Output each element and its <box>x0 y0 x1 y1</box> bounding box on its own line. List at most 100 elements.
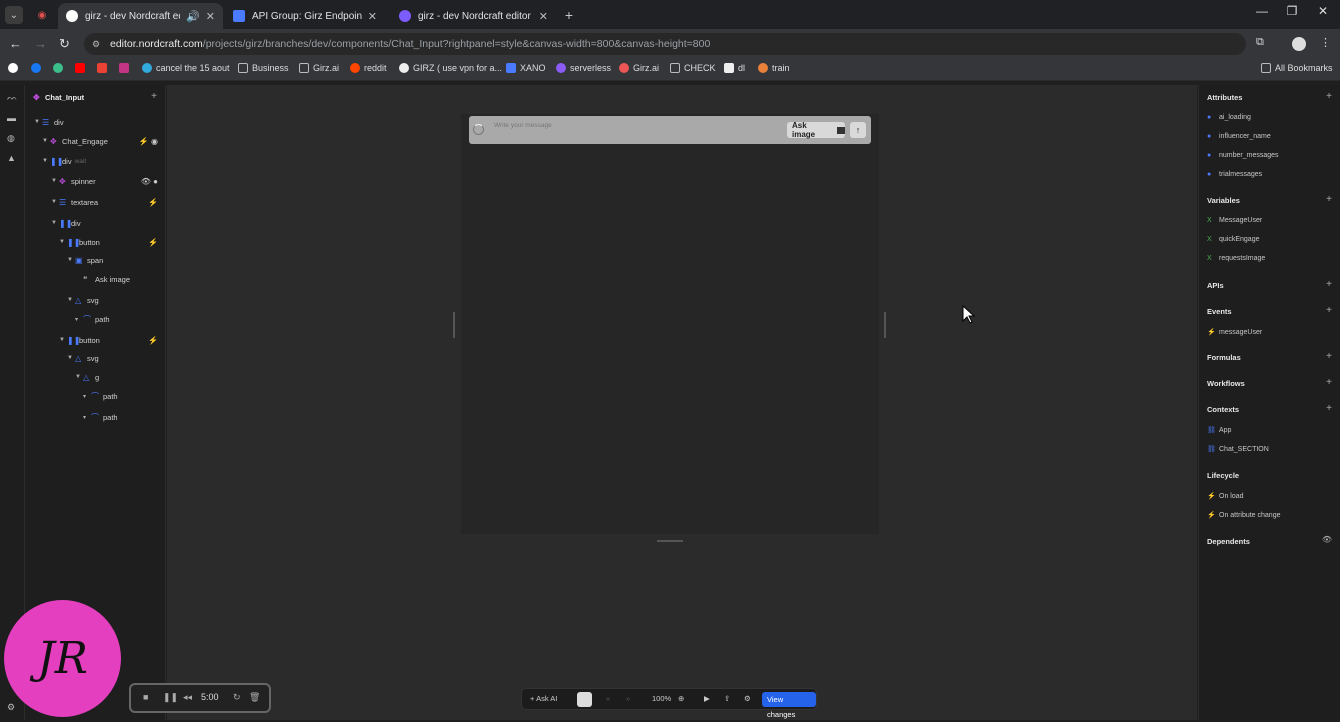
ask-image-button[interactable]: Ask image <box>787 121 845 139</box>
tab-close-icon[interactable]: ✕ <box>539 10 548 23</box>
chevron-down-icon[interactable]: ▾ <box>83 414 91 421</box>
tab-nordcraft-editor[interactable]: girz - dev Nordcraft editor 🔊 ✕ <box>58 3 223 29</box>
bookmark-xano[interactable]: XANO <box>506 63 546 73</box>
attribute-item[interactable]: ● trialmessages <box>1207 171 1262 178</box>
send-button[interactable]: ↑ <box>850 122 866 138</box>
attribute-item[interactable]: ● number_messages <box>1207 152 1279 159</box>
attribute-item[interactable]: ● influencer_name <box>1207 133 1271 140</box>
context-item[interactable]: ⛓ Chat_SECTION <box>1207 445 1269 454</box>
view-changes-button[interactable]: View changes <box>762 692 816 719</box>
bookmark-icon[interactable] <box>53 63 67 73</box>
globe-icon[interactable]: ◍ <box>7 133 15 144</box>
layer-row[interactable]: ▼ ☰ div <box>25 114 166 130</box>
record-icon[interactable]: ◉ <box>33 6 51 24</box>
back-icon[interactable]: ← <box>9 36 22 51</box>
trash-icon[interactable]: 🗑 <box>249 692 260 703</box>
tab-nordcraft-editor-2[interactable]: girz - dev Nordcraft editor - 6 A ✕ <box>391 3 556 29</box>
close-window-button[interactable]: ✕ <box>1308 4 1338 18</box>
bookmark-cancel-aout[interactable]: cancel the 15 aout <box>142 63 230 73</box>
chevron-down-icon[interactable]: ▼ <box>42 138 50 144</box>
resize-handle-bottom[interactable] <box>657 540 683 542</box>
layer-row[interactable]: ▼ △ svg <box>25 292 166 308</box>
bookmark-train[interactable]: train <box>758 63 790 73</box>
reload-icon[interactable]: ↻ <box>59 36 70 52</box>
layer-row[interactable]: ▼ △ g <box>25 369 166 385</box>
undo-icon[interactable]: « <box>606 694 610 703</box>
new-tab-button[interactable]: + <box>560 6 578 24</box>
add-context-button[interactable]: + <box>1326 403 1332 414</box>
settings-icon[interactable]: ⚙ <box>744 694 751 703</box>
minimize-button[interactable]: — <box>1247 4 1277 18</box>
bookmark-icon[interactable] <box>119 63 133 73</box>
pause-icon[interactable]: ❚❚ <box>163 692 178 703</box>
add-event-button[interactable]: + <box>1326 305 1332 316</box>
chevron-down-icon[interactable]: ▼ <box>59 239 67 245</box>
add-variable-button[interactable]: + <box>1326 194 1332 205</box>
layer-row[interactable]: ▼ △ svg <box>25 350 166 366</box>
chevron-down-icon[interactable]: ▼ <box>75 374 83 380</box>
restart-icon[interactable]: ↻ <box>233 692 241 703</box>
menu-icon[interactable]: ⋮ <box>1320 36 1331 49</box>
layer-row[interactable]: ❝ Ask image <box>25 271 166 287</box>
chevron-down-icon[interactable]: ▾ <box>75 316 83 323</box>
address-bar[interactable]: ⚙ editor.nordcraft.com/projects/girz/bra… <box>84 33 1246 55</box>
add-api-button[interactable]: + <box>1326 279 1332 290</box>
add-attribute-button[interactable]: + <box>1326 91 1332 102</box>
chevron-down-icon[interactable]: ▼ <box>34 119 42 125</box>
chevron-down-icon[interactable]: ▼ <box>67 257 75 263</box>
eye-icon[interactable]: 👁 <box>1322 535 1332 544</box>
chevron-down-icon[interactable]: ▼ <box>51 220 59 226</box>
site-info-icon[interactable]: ⚙ <box>92 39 100 50</box>
extensions-icon[interactable]: ⧉ <box>1256 36 1264 49</box>
stop-icon[interactable]: ■ <box>143 692 148 702</box>
bookmark-business[interactable]: Business <box>238 63 289 73</box>
folder-icon[interactable]: ▬ <box>7 113 16 123</box>
gmail-bookmark-icon[interactable] <box>97 63 111 73</box>
chevron-down-icon[interactable]: ▼ <box>42 158 50 164</box>
layer-row[interactable]: ▾ ⌒ path <box>25 388 166 404</box>
layer-row[interactable]: ▾ ⌒ path <box>25 409 166 425</box>
redo-icon[interactable]: » <box>626 694 630 703</box>
facebook-bookmark-icon[interactable] <box>31 63 45 73</box>
event-item[interactable]: ⚡ messageUser <box>1207 328 1262 337</box>
ask-ai-button[interactable]: + Ask AI <box>530 694 557 703</box>
layer-row[interactable]: ▼ ▣ span <box>25 252 166 268</box>
attribute-item[interactable]: ● ai_loading <box>1207 114 1251 121</box>
tab-audio-icon[interactable]: 🔊 <box>186 10 200 23</box>
bookmark-reddit[interactable]: reddit <box>350 63 387 73</box>
variable-item[interactable]: XquickEngage <box>1207 236 1259 243</box>
play-icon[interactable]: ▶ <box>704 694 710 703</box>
chevron-down-icon[interactable]: ▼ <box>51 178 59 184</box>
all-bookmarks[interactable]: All Bookmarks <box>1261 63 1333 73</box>
variable-item[interactable]: XrequestsImage <box>1207 255 1265 262</box>
layer-row[interactable]: ▼ ✥ Chat_Engage ⚡ ◉ <box>25 133 166 149</box>
chevron-down-icon[interactable]: ▼ <box>51 199 59 205</box>
bookmark-serverless[interactable]: serverless <box>556 63 611 73</box>
lifecycle-item[interactable]: ⚡ On load <box>1207 492 1244 501</box>
chevron-down-icon[interactable]: ▾ <box>83 393 91 400</box>
warning-icon[interactable]: ▲ <box>7 153 16 163</box>
profile-avatar[interactable] <box>1292 37 1306 51</box>
layer-row[interactable]: ▼ ❚❚ button ⚡ <box>25 332 166 348</box>
resize-handle-right[interactable] <box>884 312 886 338</box>
context-item[interactable]: ⛓ App <box>1207 426 1231 435</box>
add-formula-button[interactable]: + <box>1326 351 1332 362</box>
add-workflow-button[interactable]: + <box>1326 377 1332 388</box>
chevron-down-icon[interactable]: ▼ <box>67 297 75 303</box>
publish-icon[interactable]: ⇧ <box>724 694 730 703</box>
chevron-down-icon[interactable]: ▼ <box>67 355 75 361</box>
lifecycle-item[interactable]: ⚡ On attribute change <box>1207 511 1281 520</box>
variable-item[interactable]: X MessageUser <box>1207 217 1262 224</box>
bookmark-girz-vpn[interactable]: GIRZ ( use vpn for a... <box>399 63 502 73</box>
layer-row[interactable]: ▼ ✥ spinner 👁 ● <box>25 173 166 189</box>
canvas-frame[interactable] <box>461 114 879 534</box>
rewind-icon[interactable]: ◂◂ <box>183 692 192 703</box>
add-layer-button[interactable]: + <box>151 91 157 102</box>
bookmark-girz-ai[interactable]: Girz.ai <box>619 63 659 73</box>
layer-row[interactable]: ▾ ⌒ path <box>25 311 166 327</box>
zoom-icon[interactable]: ⊕ <box>678 694 684 703</box>
forward-icon[interactable]: → <box>34 36 47 51</box>
chevron-down-icon[interactable]: ▼ <box>59 337 67 343</box>
message-textarea[interactable]: Write your message <box>494 122 552 129</box>
layer-row[interactable]: ▼ ❚❚ div <box>25 215 166 231</box>
